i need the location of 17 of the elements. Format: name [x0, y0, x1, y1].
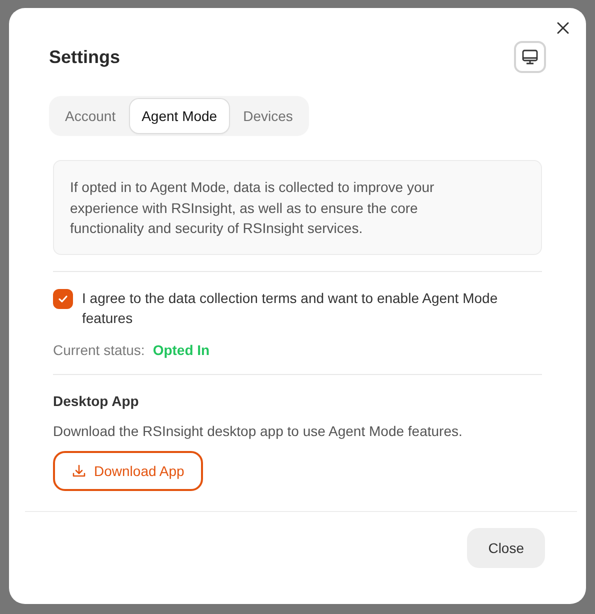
monitor-button[interactable] [514, 41, 546, 73]
tab[interactable]: Account [53, 99, 128, 133]
close-button[interactable]: Close [467, 528, 545, 568]
status-value: Opted In [152, 342, 210, 358]
download-icon [72, 464, 86, 478]
checkmark-icon [57, 292, 69, 304]
consent-checkbox[interactable] [53, 288, 73, 308]
section-heading: Desktop App [53, 392, 140, 408]
section-description: Download the RSInsight desktop app to use Agent Mode features. [53, 422, 464, 438]
dialog-title: Settings [49, 46, 120, 68]
monitor-icon [521, 48, 539, 66]
info-notice: If opted in to Agent Mode, data is collected to improve your experience with RSInsight, as well as to ensure the core functionality and security of RSInsight services. [53, 160, 542, 254]
consent-label: I agree to the data collection terms and want to enable Agent Mode features [82, 288, 499, 328]
tab[interactable]: Devices [231, 99, 305, 133]
tab[interactable]: Agent Mode [130, 99, 230, 133]
status-label: Current status: [53, 342, 145, 358]
download-button[interactable]: Download App [53, 450, 204, 490]
